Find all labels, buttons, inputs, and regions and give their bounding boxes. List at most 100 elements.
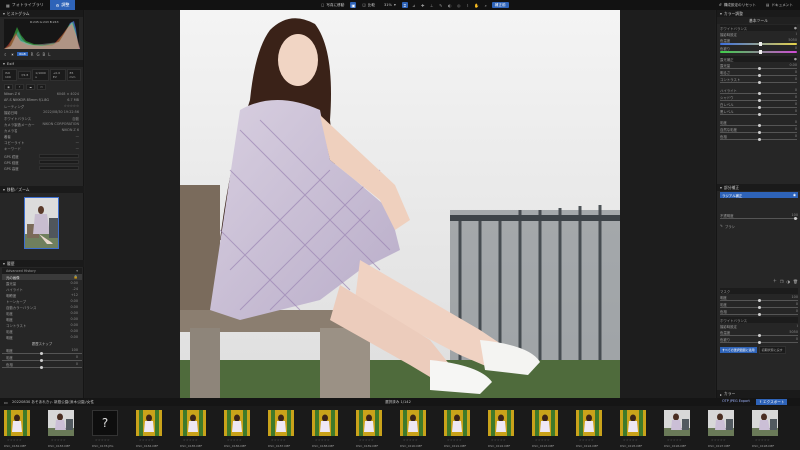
sun-icon[interactable]: ☀	[11, 52, 15, 57]
filmstrip-thumb[interactable]	[4, 410, 30, 436]
thumb-rating[interactable]: ☆☆☆☆☆	[667, 438, 682, 442]
channel-r[interactable]: R	[31, 52, 34, 57]
param-slider[interactable]	[720, 67, 797, 70]
gps-field-input[interactable]	[39, 166, 79, 170]
apply-all-button[interactable]: すべての選択範囲に適用	[720, 347, 757, 353]
opacity-slider[interactable]	[720, 217, 798, 220]
param-slider[interactable]	[720, 299, 798, 302]
clone-tool-button[interactable]: ⊥	[429, 2, 435, 8]
slider-knob[interactable]	[758, 313, 761, 316]
slider-knob[interactable]	[758, 106, 761, 109]
basic-tools-header[interactable]: 基本ツール	[717, 17, 800, 24]
slider-knob[interactable]	[40, 366, 43, 369]
filmstrip-thumb[interactable]	[48, 410, 74, 436]
param-slider[interactable]	[720, 92, 797, 95]
gradient-tool-button[interactable]: ◐	[447, 2, 453, 8]
thumb-rating[interactable]: ☆☆☆☆☆	[403, 438, 418, 442]
param-slider[interactable]	[720, 81, 797, 84]
histogram-header[interactable]: ▾ ヒストグラム	[0, 10, 83, 17]
param-slider[interactable]	[720, 113, 797, 116]
color-bottom-header[interactable]: ▸ カラー	[717, 390, 800, 398]
thumb-rating[interactable]: ☆☆☆☆☆	[755, 438, 770, 442]
thumb-rating[interactable]: ☆☆☆☆☆	[7, 438, 22, 442]
slider-knob[interactable]	[758, 299, 761, 302]
duplicate-icon[interactable]: ❐	[780, 279, 784, 284]
tab-photo-library[interactable]: ▦ フォトライブラリ	[0, 0, 50, 10]
hand-tool-button[interactable]: ✋	[474, 2, 480, 8]
slider-knob[interactable]	[758, 131, 761, 134]
thumb-rating[interactable]: ☆☆☆☆☆	[623, 438, 638, 442]
moon-icon[interactable]: ☾	[4, 52, 8, 57]
repair-tool-button[interactable]: ✚	[420, 2, 426, 8]
filmstrip-thumb[interactable]	[180, 410, 206, 436]
filmstrip-thumb[interactable]	[532, 410, 558, 436]
before-after-button[interactable]: 補正前	[491, 2, 509, 8]
thumb-rating[interactable]: ☆☆☆☆☆	[139, 438, 154, 442]
document-button[interactable]: ▤ ドキュメント	[763, 2, 796, 8]
trash-icon[interactable]: 🗑	[793, 279, 798, 284]
slider-knob[interactable]	[758, 124, 761, 127]
filmstrip-thumb[interactable]	[356, 410, 382, 436]
thumb-rating[interactable]: ☆☆☆☆☆	[227, 438, 242, 442]
toggle-icon[interactable]: ●	[794, 26, 797, 30]
photo-viewer[interactable]	[85, 10, 715, 398]
wb-tint-slider[interactable]	[720, 50, 797, 54]
param-slider[interactable]	[720, 138, 797, 141]
compare-button[interactable]: ◫ 比較	[359, 2, 378, 8]
eyedropper-tool-button[interactable]: ⌇	[465, 2, 471, 8]
slider-knob[interactable]	[758, 81, 761, 84]
filmstrip-thumb[interactable]	[400, 410, 426, 436]
thumb-rating[interactable]: ☆☆☆☆☆	[491, 438, 506, 442]
filmstrip-thumb[interactable]	[576, 410, 602, 436]
slider-knob[interactable]	[758, 138, 761, 141]
main-photo[interactable]	[180, 10, 620, 398]
gps-field-input[interactable]	[39, 160, 79, 164]
slider-knob[interactable]	[758, 341, 761, 344]
export-preset[interactable]: OTP JPEG Export	[722, 399, 750, 403]
param-slider[interactable]	[2, 366, 82, 369]
goto-photo-button[interactable]: ▢ 写真に移動	[318, 2, 347, 8]
filmstrip-thumb[interactable]	[708, 410, 734, 436]
export-button[interactable]: ⇪ エクスポート	[756, 399, 788, 405]
thumb-rating[interactable]: ☆☆☆☆☆	[95, 438, 110, 442]
filmstrip-thumb[interactable]	[752, 410, 778, 436]
thumb-rating[interactable]: ☆☆☆☆☆	[359, 438, 374, 442]
history-header[interactable]: ▾ 履歴	[0, 260, 84, 267]
param-slider[interactable]	[720, 74, 797, 77]
add-icon[interactable]: ＋	[773, 278, 777, 284]
filmstrip-thumb[interactable]	[488, 410, 514, 436]
param-slider[interactable]	[720, 334, 798, 337]
thumb-rating[interactable]: ☆☆☆☆☆	[315, 438, 330, 442]
reset-layout-button[interactable]: ↺ 構成設定のリセット	[716, 2, 759, 8]
brush-row[interactable]: ✎ ブラシ	[720, 223, 798, 229]
toggle-icon[interactable]: ●	[794, 57, 797, 61]
param-slider[interactable]	[720, 306, 798, 309]
channel-b[interactable]: B	[43, 52, 46, 57]
local-adjust-header[interactable]: ▾ 部分補正	[717, 184, 800, 191]
visible-icon[interactable]: ◉	[793, 193, 796, 197]
thumb-rating[interactable]: ☆☆☆☆☆	[711, 438, 726, 442]
param-slider[interactable]	[720, 313, 798, 316]
param-slider[interactable]	[720, 124, 797, 127]
thumb-rating[interactable]: ☆☆☆☆☆	[579, 438, 594, 442]
param-slider[interactable]	[2, 352, 82, 355]
radial-tool-button[interactable]: ◎	[456, 2, 462, 8]
channel-g[interactable]: G	[36, 52, 39, 57]
navigator-preview[interactable]	[24, 197, 59, 249]
slider-knob[interactable]	[794, 217, 797, 220]
zoom-select[interactable]: 31% ▾	[381, 2, 399, 8]
filmstrip-thumb[interactable]	[136, 410, 162, 436]
slider-knob[interactable]	[758, 50, 762, 54]
navigator-header[interactable]: ▾ 移動／ズーム	[0, 186, 84, 193]
param-slider[interactable]	[720, 99, 797, 102]
slider-knob[interactable]	[40, 352, 43, 355]
param-slider[interactable]	[720, 131, 797, 134]
eyedropper-icon[interactable]: ⌇	[796, 324, 798, 328]
exif-header[interactable]: ▾ Exif	[0, 60, 83, 67]
tab-adjust[interactable]: ⚙ 調整	[49, 0, 76, 10]
slider-knob[interactable]	[758, 99, 761, 102]
crop-tool-button[interactable]: ⌗	[401, 2, 408, 8]
invert-icon[interactable]: ◑	[786, 279, 790, 284]
filmstrip-thumb[interactable]	[224, 410, 250, 436]
single-view-button[interactable]: ▣	[350, 2, 357, 8]
